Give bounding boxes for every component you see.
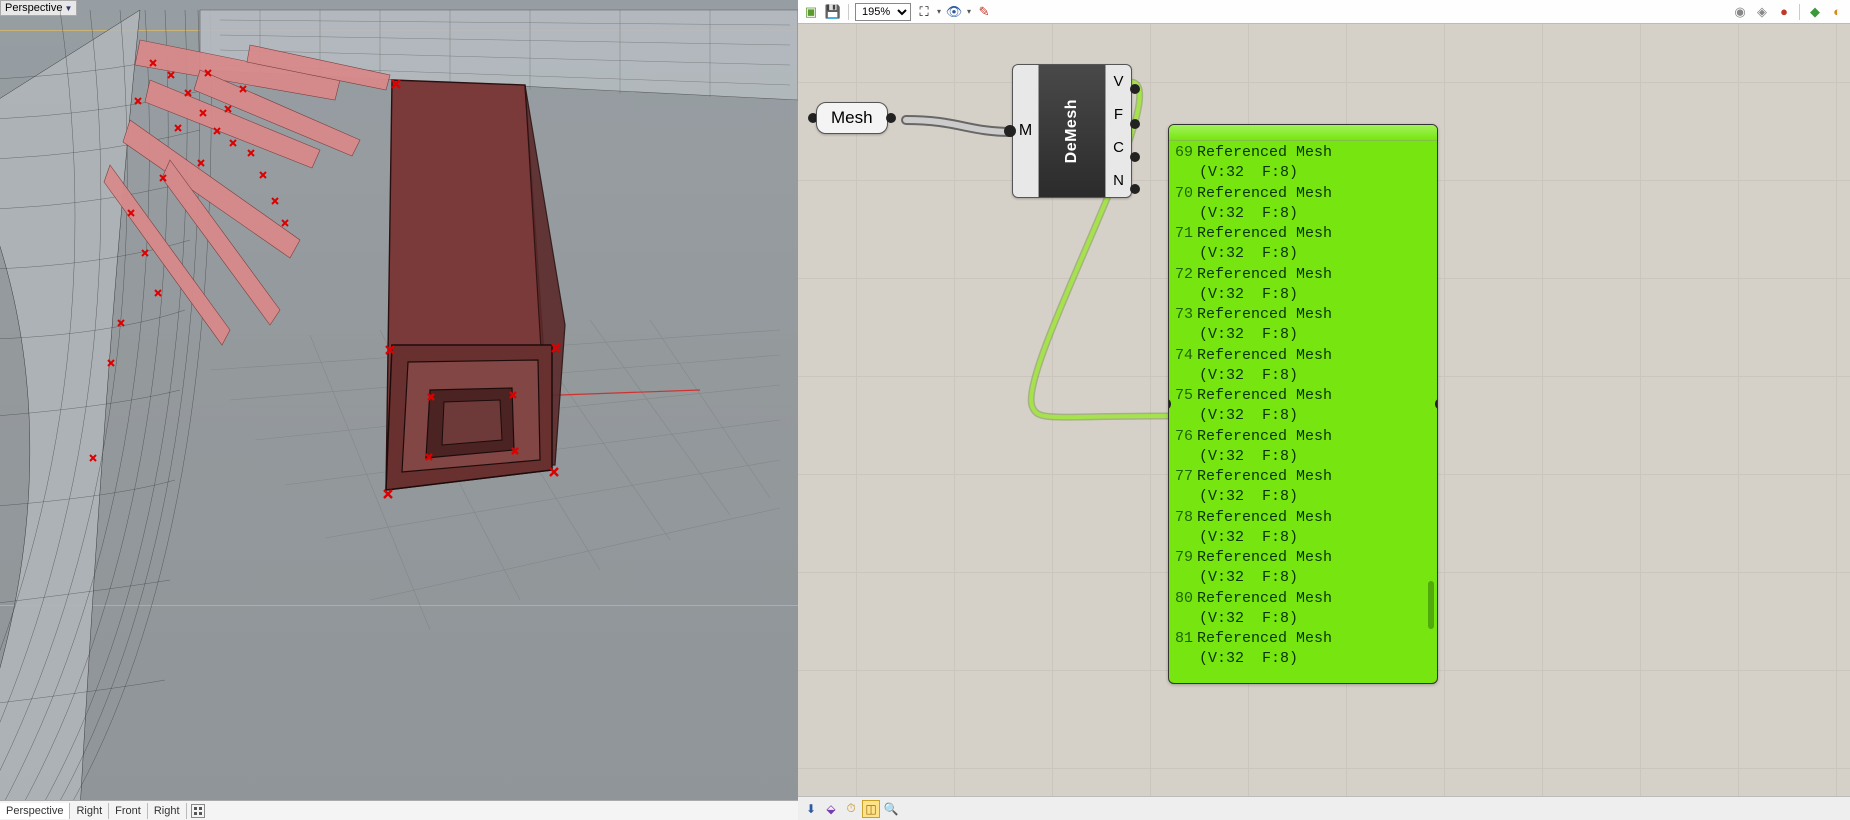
- sketch-pencil-icon[interactable]: ✎: [975, 3, 993, 21]
- timer-icon[interactable]: ⏱: [842, 800, 860, 818]
- panel-row: 77Referenced Mesh (V:32 F:8): [1169, 467, 1437, 508]
- viewport-tab-front[interactable]: Front: [109, 803, 148, 819]
- preview-eye-icon[interactable]: 👁: [945, 3, 963, 21]
- deconstruct-mesh-component[interactable]: M DeMesh V F C N: [1012, 64, 1132, 198]
- save-file-icon[interactable]: 💾: [824, 3, 842, 21]
- grasshopper-pane: ▣ 💾 195% ⛶ ▾ 👁 ▾ ✎ ◉ ◈ ● ◆ ◐: [798, 0, 1850, 820]
- viewport-tabs-bar: Perspective Right Front Right: [0, 800, 798, 820]
- output-grip-n[interactable]: [1130, 184, 1140, 194]
- panel-row: 72Referenced Mesh (V:32 F:8): [1169, 265, 1437, 306]
- panel-row: 69Referenced Mesh (V:32 F:8): [1169, 143, 1437, 184]
- panel-scrollbar-thumb[interactable]: [1428, 581, 1434, 629]
- output-grip-f[interactable]: [1130, 119, 1140, 129]
- panel-titlebar[interactable]: [1169, 125, 1437, 141]
- compass-icon[interactable]: ⬇: [802, 800, 820, 818]
- output-grip-v[interactable]: [1130, 84, 1140, 94]
- open-file-icon[interactable]: ▣: [802, 3, 820, 21]
- wireframe-preview-icon[interactable]: ◈: [1753, 3, 1771, 21]
- panel-row: 79Referenced Mesh (V:32 F:8): [1169, 548, 1437, 589]
- panel-row: 71Referenced Mesh (V:32 F:8): [1169, 224, 1437, 265]
- gh-toolbar: ▣ 💾 195% ⛶ ▾ 👁 ▾ ✎ ◉ ◈ ● ◆ ◐: [798, 0, 1850, 24]
- shaded-preview-icon[interactable]: ◉: [1731, 3, 1749, 21]
- viewport-tab-right[interactable]: Right: [70, 803, 109, 819]
- mesh-parameter-component[interactable]: Mesh: [816, 102, 888, 134]
- no-preview-icon[interactable]: ●: [1775, 3, 1793, 21]
- panel-row: 75Referenced Mesh (V:32 F:8): [1169, 386, 1437, 427]
- demesh-output-f[interactable]: F: [1114, 98, 1123, 131]
- chevron-down-icon[interactable]: ▾: [937, 7, 941, 16]
- search-icon[interactable]: 🔍: [882, 800, 900, 818]
- gh-canvas[interactable]: Mesh M DeMesh V F C N: [798, 24, 1850, 796]
- panel-row: 73Referenced Mesh (V:32 F:8): [1169, 305, 1437, 346]
- output-grip[interactable]: [886, 113, 896, 123]
- zoom-select[interactable]: 195%: [855, 3, 911, 21]
- circle-orange-icon[interactable]: ◐: [1828, 3, 1846, 21]
- gh-statusbar: ⬇ ⬙ ⏱ ◫ 🔍: [798, 796, 1850, 820]
- demesh-output-c[interactable]: C: [1113, 131, 1124, 164]
- panel-row: 81Referenced Mesh (V:32 F:8): [1169, 629, 1437, 670]
- viewport-tab-perspective[interactable]: Perspective: [0, 803, 70, 819]
- input-grip-m[interactable]: [1004, 125, 1016, 137]
- output-grip-c[interactable]: [1130, 152, 1140, 162]
- viewport-tab-right-2[interactable]: Right: [148, 803, 187, 819]
- data-panel-component[interactable]: 69Referenced Mesh (V:32 F:8)70Referenced…: [1168, 124, 1438, 684]
- demesh-output-n[interactable]: N: [1113, 164, 1124, 197]
- panel-data-rows: 69Referenced Mesh (V:32 F:8)70Referenced…: [1169, 141, 1437, 672]
- mesh-param-label: Mesh: [831, 108, 873, 127]
- diamond-green-icon[interactable]: ◆: [1806, 3, 1824, 21]
- panel-row: 70Referenced Mesh (V:32 F:8): [1169, 184, 1437, 225]
- zoom-extents-icon[interactable]: ⛶: [915, 3, 933, 21]
- viewport-tabs-menu-icon[interactable]: [191, 804, 205, 818]
- rhino-viewport[interactable]: Perspective ▼: [0, 0, 798, 820]
- panel-row: 78Referenced Mesh (V:32 F:8): [1169, 508, 1437, 549]
- panel-row: 76Referenced Mesh (V:32 F:8): [1169, 427, 1437, 468]
- demesh-output-v[interactable]: V: [1113, 65, 1123, 98]
- panel-row: 80Referenced Mesh (V:32 F:8): [1169, 589, 1437, 630]
- demesh-title: DeMesh: [1039, 65, 1105, 197]
- viewport-3d-scene: [0, 0, 798, 820]
- panel-row: 74Referenced Mesh (V:32 F:8): [1169, 346, 1437, 387]
- markov-icon[interactable]: ⬙: [822, 800, 840, 818]
- chevron-down-icon[interactable]: ▾: [967, 7, 971, 16]
- wireframe-toggle-icon[interactable]: ◫: [862, 800, 880, 818]
- demesh-input-m[interactable]: M: [1013, 65, 1039, 197]
